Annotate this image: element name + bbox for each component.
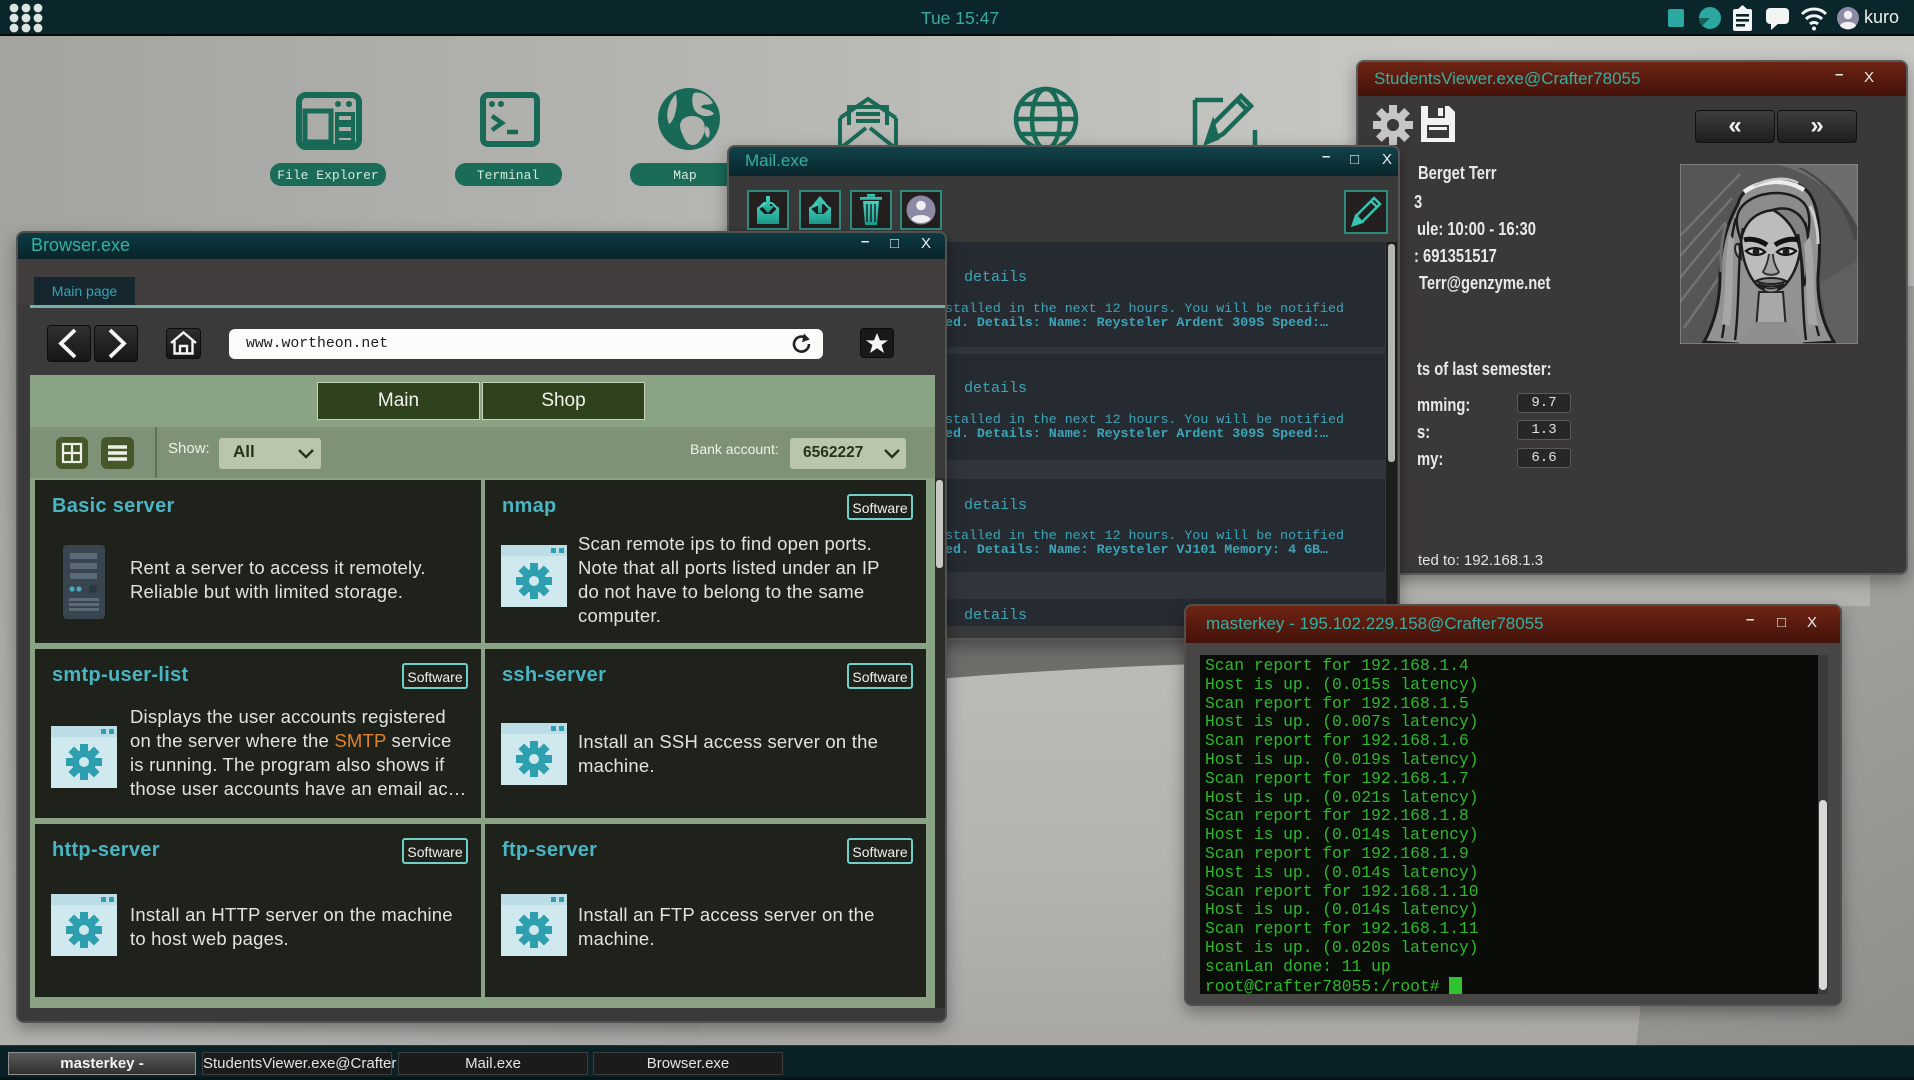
svg-text:Map: Map xyxy=(673,168,696,183)
svg-text:Terminal: Terminal xyxy=(477,168,540,183)
svg-text:File Explorer: File Explorer xyxy=(277,168,378,183)
